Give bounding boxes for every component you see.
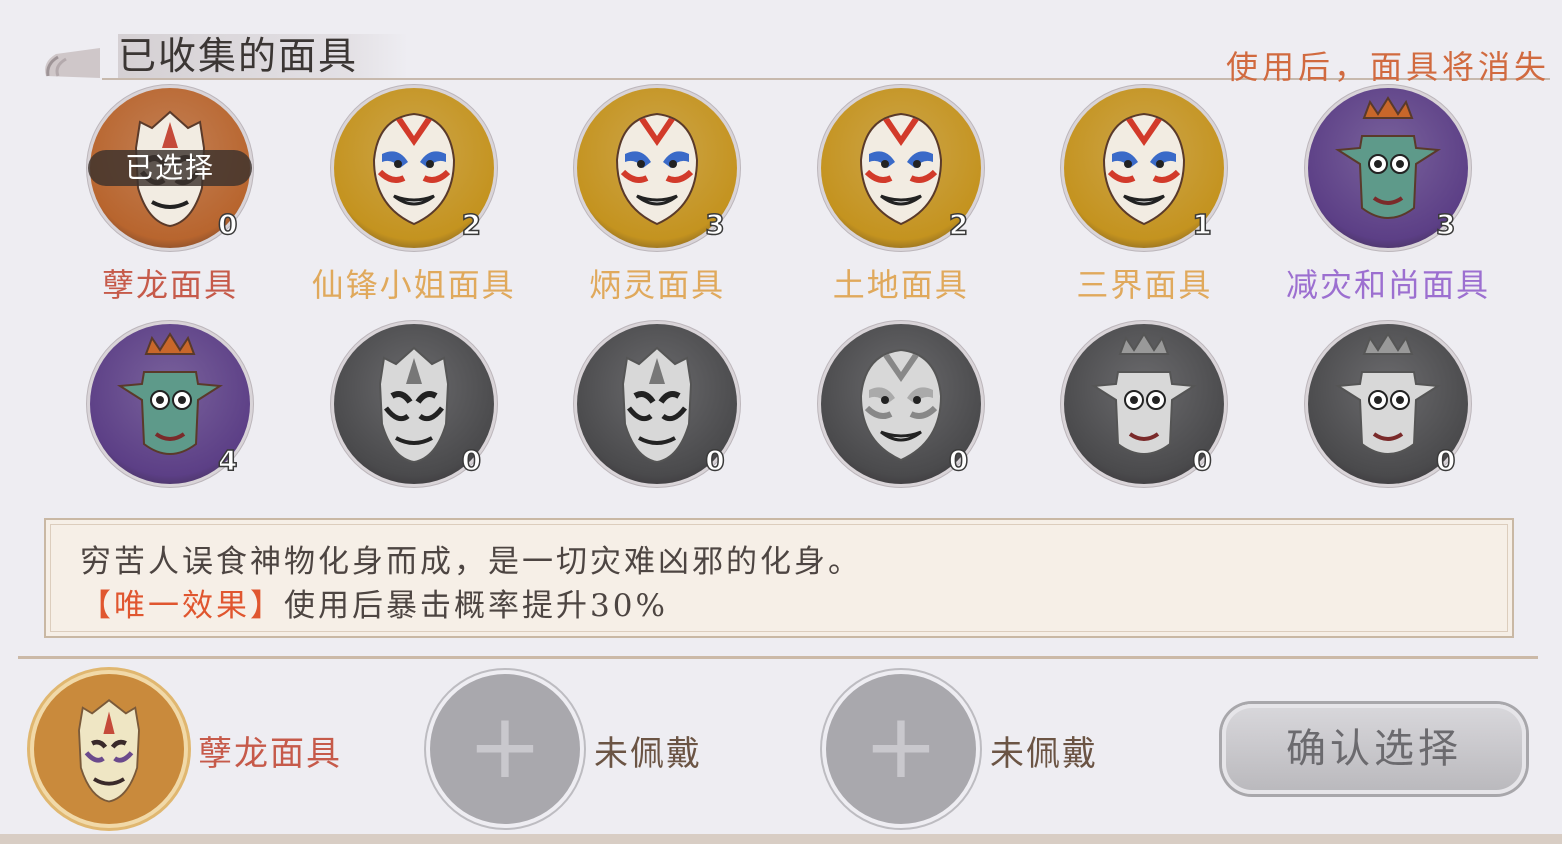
- mask-name: 炳灵面具: [589, 266, 726, 304]
- bottom-border: [0, 834, 1562, 844]
- mask-lore-text: 穷苦人误食神物化身而成，是一切灾难凶邪的化身。: [80, 544, 862, 580]
- mask-count: 0: [948, 443, 969, 478]
- plus-icon: +: [863, 694, 939, 799]
- mask-item[interactable]: 0: [1034, 324, 1254, 534]
- mask-name: 孽龙面具: [101, 266, 238, 304]
- mask-count: 1: [1192, 207, 1213, 242]
- section-header: 已收集的面具 使用后，面具将消失: [40, 34, 1550, 86]
- equip-slot-1-label: 孽龙面具: [198, 734, 342, 774]
- mask-count: 0: [1435, 443, 1456, 478]
- mask-count: 0: [704, 443, 725, 478]
- plus-icon: +: [467, 694, 543, 799]
- usage-hint: 使用后，面具将消失: [1225, 48, 1550, 86]
- mask-count: 0: [461, 443, 482, 478]
- mask-name: 土地面具: [832, 266, 969, 304]
- mask-description-panel: 穷苦人误食神物化身而成，是一切灾难凶邪的化身。 【唯一效果】使用后暴击概率提升3…: [44, 518, 1514, 638]
- scroll-ornament-icon: [45, 48, 100, 78]
- equip-slot-3[interactable]: +: [826, 674, 976, 824]
- dragon-mask-icon: [78, 699, 140, 803]
- confirm-selection-button[interactable]: 确认选择: [1222, 704, 1526, 794]
- mask-item[interactable]: 2 土地面具: [791, 88, 1011, 304]
- mask-item[interactable]: 已选择 0 孽龙面具: [60, 88, 280, 304]
- mask-item[interactable]: 4: [60, 324, 280, 534]
- mask-count: 0: [1192, 443, 1213, 478]
- mask-count: 3: [704, 207, 725, 242]
- mask-count: 3: [1435, 207, 1456, 242]
- mask-item[interactable]: 1 三界面具: [1034, 88, 1254, 304]
- effect-description: 使用后暴击概率提升30%: [284, 588, 668, 624]
- selected-badge: 已选择: [88, 150, 252, 186]
- equip-slot-2[interactable]: +: [430, 674, 580, 824]
- page-title: 已收集的面具: [118, 34, 409, 78]
- mask-effect-text: 【唯一效果】使用后暴击概率提升30%: [80, 580, 668, 625]
- equip-slot-1[interactable]: [34, 674, 184, 824]
- mask-item[interactable]: 3 减灾和尚面具: [1278, 88, 1498, 304]
- mask-count: 2: [461, 207, 482, 242]
- mask-item[interactable]: 3 炳灵面具: [547, 88, 767, 304]
- mask-name: 三界面具: [1076, 266, 1213, 304]
- mask-item[interactable]: 0: [547, 324, 767, 534]
- mask-count: 0: [217, 207, 238, 242]
- equip-slot-2-label: 未佩戴: [594, 734, 702, 774]
- mask-item[interactable]: 0: [1278, 324, 1498, 534]
- mask-item[interactable]: 0: [791, 324, 1011, 534]
- section-divider: [18, 656, 1538, 659]
- mask-count: 2: [948, 207, 969, 242]
- mask-name: 减灾和尚面具: [1285, 266, 1490, 304]
- mask-item[interactable]: 2 仙锋小姐面具: [304, 88, 524, 304]
- mask-count: 4: [217, 443, 238, 478]
- effect-tag: 【唯一效果】: [80, 588, 284, 624]
- equip-slot-3-label: 未佩戴: [990, 734, 1098, 774]
- mask-item[interactable]: 0: [304, 324, 524, 534]
- mask-name: 仙锋小姐面具: [311, 266, 516, 304]
